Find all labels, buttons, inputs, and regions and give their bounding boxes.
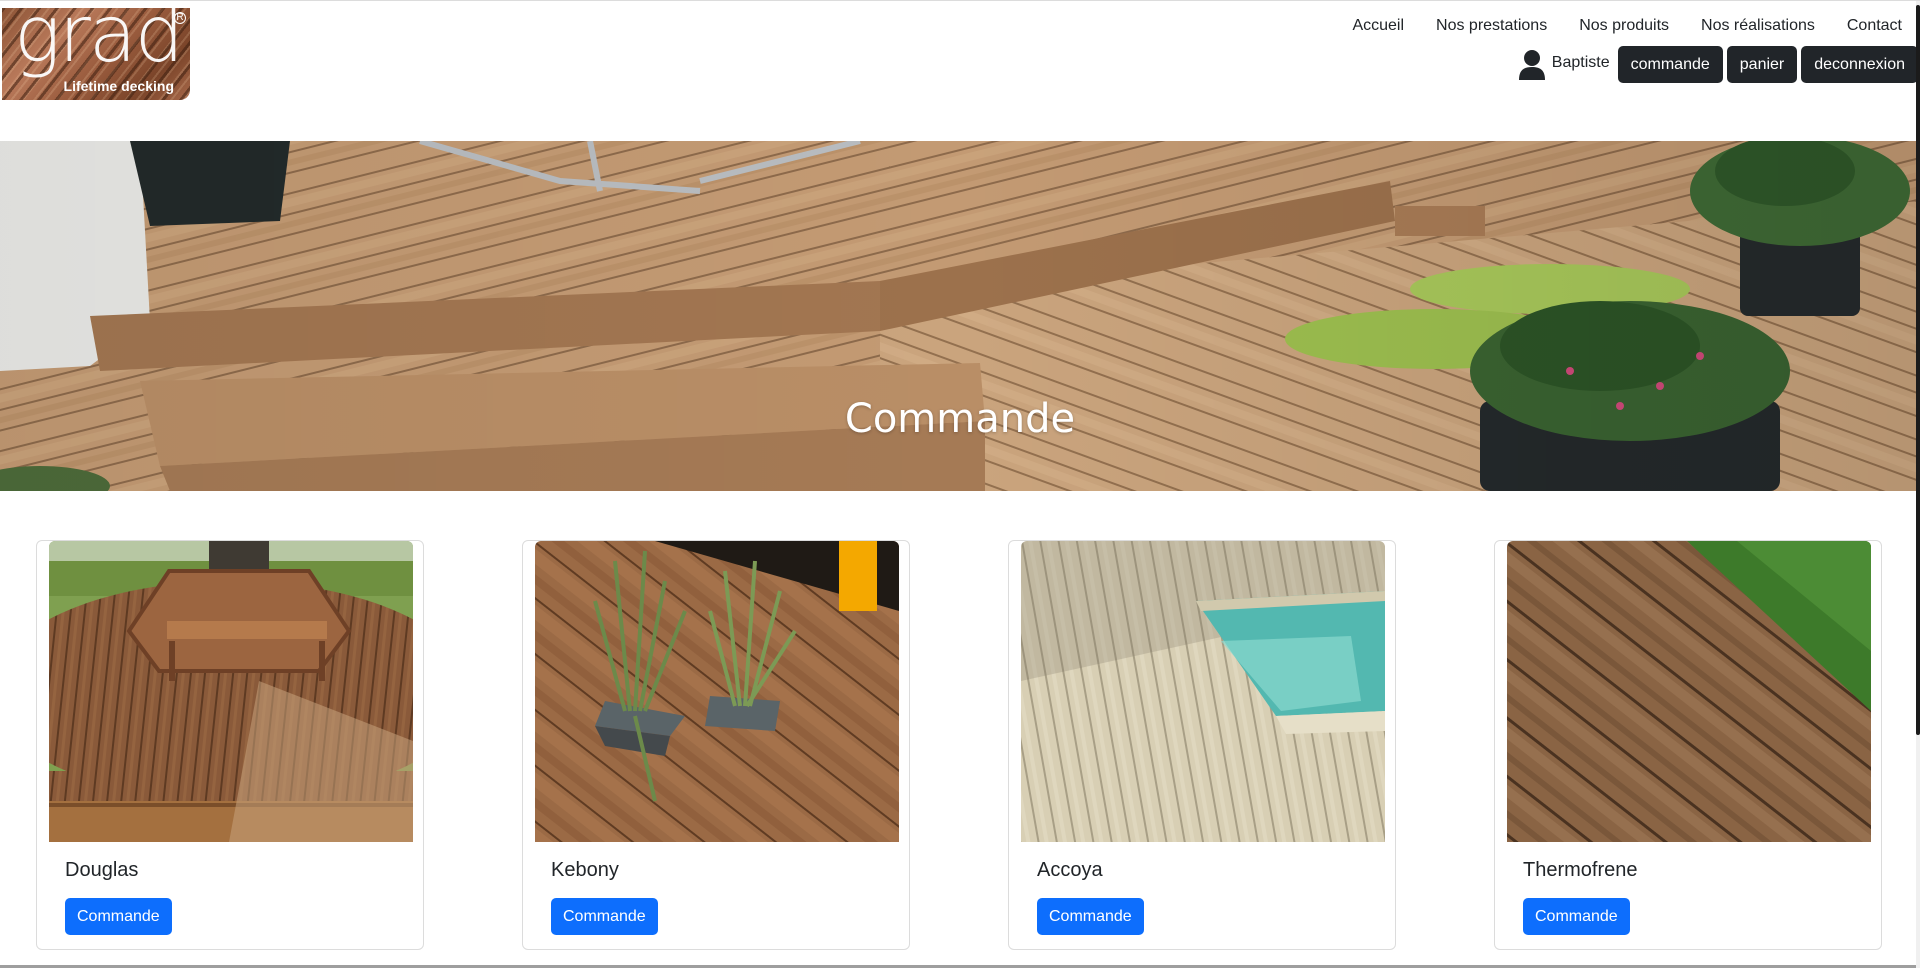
product-card-accoya: Accoya Commande [1008, 540, 1396, 950]
scrollbar-thumb[interactable] [1916, 5, 1920, 735]
commande-douglas-button[interactable]: Commande [65, 898, 172, 935]
nav-nos-realisations[interactable]: Nos réalisations [1685, 15, 1831, 37]
nav-nos-prestations[interactable]: Nos prestations [1420, 15, 1563, 37]
vertical-scrollbar[interactable] [1916, 1, 1920, 968]
logo-tagline: Lifetime decking [63, 78, 174, 94]
commande-kebony-button[interactable]: Commande [551, 898, 658, 935]
nav-contact[interactable]: Contact [1831, 15, 1918, 37]
logo-wordmark: grad [14, 8, 184, 80]
product-image-accoya [1021, 541, 1385, 842]
commande-accoya-button[interactable]: Commande [1037, 898, 1144, 935]
product-name: Thermofrene [1523, 859, 1638, 881]
product-image-kebony [535, 541, 899, 842]
product-name: Kebony [551, 859, 619, 881]
nav-nos-produits[interactable]: Nos produits [1563, 15, 1685, 37]
user-bar: Baptiste commande panier deconnexion [1518, 46, 1918, 83]
product-image-douglas [49, 541, 413, 842]
product-name: Accoya [1037, 859, 1103, 881]
site-header: grad R Lifetime decking Accueil Nos pres… [0, 1, 1920, 141]
main-nav: Accueil Nos prestations Nos produits Nos… [1336, 15, 1918, 37]
deconnexion-button[interactable]: deconnexion [1801, 46, 1918, 83]
hero-banner: Commande [0, 141, 1920, 491]
product-image-thermofrene [1507, 541, 1871, 842]
grad-logo[interactable]: grad R Lifetime decking [2, 8, 190, 100]
page-title: Commande [844, 396, 1076, 442]
commande-thermofrene-button[interactable]: Commande [1523, 898, 1630, 935]
panier-button[interactable]: panier [1726, 46, 1798, 83]
user-icon [1518, 49, 1546, 81]
page: grad R Lifetime decking Accueil Nos pres… [0, 0, 1920, 968]
user-name: Baptiste [1551, 53, 1610, 71]
product-card-list: Douglas Commande Kebony Commande Accoya … [36, 540, 1884, 952]
commande-button[interactable]: commande [1617, 46, 1723, 83]
product-card-kebony: Kebony Commande [522, 540, 910, 950]
nav-accueil[interactable]: Accueil [1336, 15, 1420, 37]
product-card-douglas: Douglas Commande [36, 540, 424, 950]
product-card-thermofrene: Thermofrene Commande [1494, 540, 1882, 950]
product-name: Douglas [65, 859, 139, 881]
registered-mark-icon: R [174, 12, 186, 24]
